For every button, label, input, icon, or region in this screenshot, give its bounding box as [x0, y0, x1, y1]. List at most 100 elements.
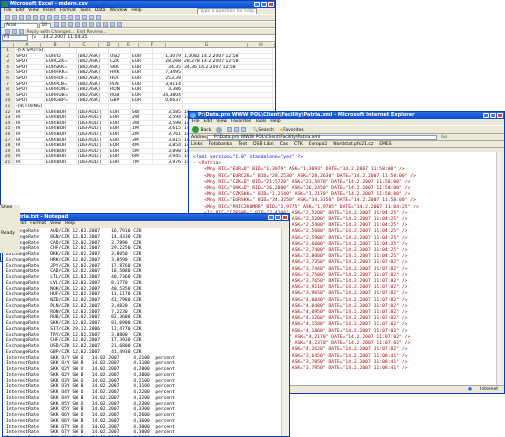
review-icon[interactable]: [5, 29, 10, 34]
table-cell[interactable]: 3,594: [153, 115, 183, 120]
table-cell[interactable]: IR: [15, 143, 45, 148]
column-header[interactable]: E: [119, 43, 140, 48]
table-cell[interactable]: [183, 98, 273, 103]
table-cell[interactable]: 5M: [131, 148, 153, 154]
menu-favorites[interactable]: Favorites: [231, 119, 251, 124]
go-button[interactable]: Go: [441, 134, 447, 141]
menu-view[interactable]: View: [28, 8, 39, 13]
table-cell[interactable]: 253,39: [153, 75, 183, 81]
menu-edit[interactable]: Edit: [204, 119, 213, 124]
menu-view[interactable]: View: [216, 119, 227, 124]
print-icon[interactable]: [26, 15, 31, 20]
table-cell[interactable]: 3W: [131, 120, 153, 126]
table-cell[interactable]: RON: [109, 87, 131, 92]
notepad-window[interactable]: Patria.txt - Notepad FileEditFormatViewH…: [2, 213, 290, 437]
table-cell[interactable]: EURIBOR: [45, 159, 77, 165]
table-cell[interactable]: SPOT: [15, 59, 45, 64]
review-icon-3[interactable]: [19, 29, 24, 34]
table-cell[interactable]: -[FX SPOTS]: [15, 48, 45, 53]
table-cell[interactable]: EUR: [131, 75, 153, 81]
menu-edit[interactable]: Edit: [16, 8, 25, 13]
chart-icon[interactable]: [96, 15, 101, 20]
stop-icon[interactable]: [227, 127, 233, 132]
table-cell[interactable]: EURIBOR: [45, 137, 77, 143]
table-cell[interactable]: IR: [15, 148, 45, 154]
paste-icon[interactable]: [61, 15, 66, 20]
table-cell[interactable]: 7M: [131, 159, 153, 165]
table-cell[interactable]: [131, 103, 153, 109]
table-cell[interactable]: EUR: [109, 148, 131, 154]
table-cell[interactable]: SPOT: [15, 98, 45, 103]
table-cell[interactable]: EURIBOR: [45, 109, 77, 115]
link-nordstat[interactable]: Nordstat.pfx21.cz: [333, 142, 373, 147]
menu-help[interactable]: Help: [65, 221, 75, 226]
table-cell[interactable]: EURPLN=: [45, 81, 77, 87]
row-header[interactable]: 5: [1, 70, 15, 75]
table-cell[interactable]: EURIBOR: [45, 143, 77, 148]
row-header[interactable]: 10: [1, 98, 15, 103]
table-cell[interactable]: SKK: [109, 64, 131, 70]
table-cell[interactable]: SPOT: [15, 70, 45, 75]
table-cell[interactable]: IR: [15, 126, 45, 131]
table-cell[interactable]: [DEFAULT]: [77, 148, 109, 154]
table-cell[interactable]: EUR: [131, 87, 153, 92]
bold-icon[interactable]: [53, 22, 59, 27]
notepad-title-bar[interactable]: Patria.txt - Notepad: [3, 214, 289, 221]
link-fotobanka[interactable]: Fotobanka: [209, 142, 232, 147]
row-header[interactable]: 21: [1, 159, 15, 165]
table-cell[interactable]: [DEFAULT]: [77, 120, 109, 126]
table-cell[interactable]: EUR: [131, 64, 153, 70]
save-icon[interactable]: [19, 15, 24, 20]
table-cell[interactable]: EUR: [109, 159, 131, 165]
spelling-icon[interactable]: [40, 15, 45, 20]
table-cell[interactable]: EURRON=: [45, 87, 77, 92]
table-cell[interactable]: EUR: [109, 131, 131, 137]
search-button[interactable]: Search: [258, 128, 273, 133]
sum-icon[interactable]: [82, 15, 87, 20]
table-cell[interactable]: RUB: [109, 92, 131, 98]
percent-icon[interactable]: [109, 22, 115, 27]
table-cell[interactable]: EUR: [131, 92, 153, 98]
table-cell[interactable]: 3,815: [153, 137, 183, 143]
menu-tools[interactable]: Tools: [80, 8, 91, 13]
table-cell[interactable]: EUR: [131, 53, 153, 59]
table-cell[interactable]: [BID,ASK]: [77, 87, 109, 92]
merge-icon[interactable]: [95, 22, 101, 27]
underline-icon[interactable]: [67, 22, 73, 27]
back-button[interactable]: Back: [200, 128, 211, 133]
table-cell[interactable]: EURHUF=: [45, 75, 77, 81]
table-cell[interactable]: SPOT: [15, 81, 45, 87]
column-header[interactable]: G: [166, 43, 248, 48]
row-header[interactable]: 20: [1, 154, 15, 159]
align-left-icon[interactable]: [74, 22, 80, 27]
table-cell[interactable]: [DEFAULT]: [77, 159, 109, 165]
copy-icon[interactable]: [54, 15, 59, 20]
table-cell[interactable]: [45, 48, 77, 53]
notepad-vertical-scrollbar[interactable]: [281, 228, 289, 436]
table-cell[interactable]: [DEFAULT]: [77, 154, 109, 159]
table-cell[interactable]: 3,854: [153, 143, 183, 148]
row-header[interactable]: 6: [1, 75, 15, 81]
maximize-icon[interactable]: [275, 215, 281, 220]
refresh-icon[interactable]: [234, 127, 240, 132]
row-header[interactable]: 12: [1, 109, 15, 115]
table-cell[interactable]: 3,761: [153, 131, 183, 137]
table-cell[interactable]: [183, 92, 273, 98]
table-cell[interactable]: EURCZK=: [45, 59, 77, 64]
row-header[interactable]: 9: [1, 92, 15, 98]
redo-icon[interactable]: [75, 15, 80, 20]
ie-title-bar[interactable]: P:\Data.pro WWW POL\Client\Facility\Patr…: [189, 112, 504, 119]
table-cell[interactable]: [BID,ASK]: [77, 92, 109, 98]
ie-vertical-scrollbar[interactable]: [496, 152, 504, 385]
table-cell[interactable]: EURrD: [45, 53, 77, 59]
table-cell[interactable]: EURIBOR: [45, 148, 77, 154]
preview-icon[interactable]: [33, 15, 38, 20]
menu-view[interactable]: View: [50, 221, 61, 226]
align-center-icon[interactable]: [81, 22, 87, 27]
review-icon-2[interactable]: [12, 29, 17, 34]
table-cell[interactable]: EUR: [131, 98, 153, 103]
close-icon[interactable]: [268, 2, 274, 7]
table-cell[interactable]: 6M: [131, 154, 153, 159]
table-cell[interactable]: EUR: [109, 120, 131, 126]
table-cell[interactable]: [BID,ASK]: [77, 59, 109, 64]
